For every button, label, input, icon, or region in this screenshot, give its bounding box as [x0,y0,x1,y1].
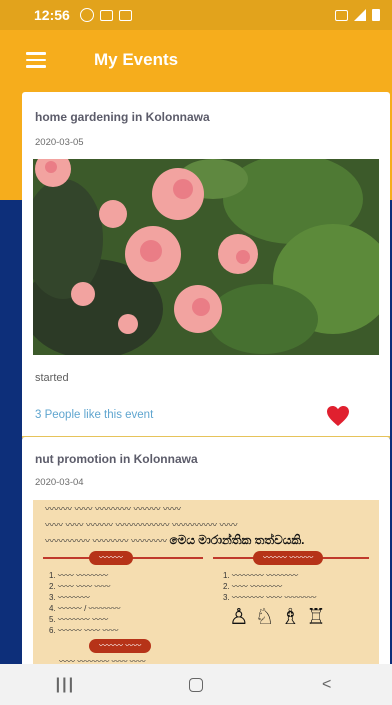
alarm-icon [335,9,348,21]
heart-icon[interactable] [326,405,350,427]
signal-icon [354,9,366,21]
status-bar: 12:56 [0,0,392,30]
whatsapp-icon [79,8,94,22]
event-card[interactable]: home gardening in Kolonnawa 2020-03-05 s… [22,92,390,440]
event-date: 2020-03-04 [35,477,84,488]
event-status: started [35,372,69,384]
app-bar: My Events [0,30,392,90]
poster-text-line: 〰〰〰 〰〰 〰〰〰〰 〰〰〰 〰〰 [45,504,182,514]
poster-highlight: මෙය මාරාන්තික තත්වයකි. [169,533,305,547]
event-title: nut promotion in Kolonnawa [35,452,198,466]
page-title: My Events [94,50,179,69]
likes-count-link[interactable]: 3 People like this event [35,409,153,421]
recent-apps-icon[interactable]: ||| [35,670,95,700]
system-icons [335,9,380,21]
poster-label: 〰〰〰 〰〰 [89,639,152,653]
poster-label: 〰〰〰 [89,551,133,565]
home-button[interactable] [166,670,226,700]
home-icon [188,677,203,692]
message-icon [118,9,132,21]
event-image [33,159,379,355]
event-title: home gardening in Kolonnawa [35,110,210,124]
poster-label: 〰〰〰 〰〰〰 [253,551,324,565]
poster-list: 1. 〰〰〰〰 〰〰〰〰 2. 〰〰 〰〰〰〰 3. 〰〰〰〰 〰〰 〰〰〰〰 [223,571,317,602]
image-icon [99,9,113,21]
event-date: 2020-03-05 [35,137,84,148]
hamburger-menu-icon[interactable] [26,43,60,77]
system-nav-bar: ||| < [0,664,392,705]
exercise-figures-icon: ♙♘♗♖ [229,604,332,629]
battery-icon [372,9,380,21]
back-icon[interactable]: < [297,670,357,700]
status-time: 12:56 [34,7,70,23]
poster-text-line: 〰〰〰〰〰 〰〰〰〰 〰〰〰〰 මෙය මාරාන්තික තත්වයකි. [45,533,305,547]
notification-icons [79,8,132,22]
poster-list: 1. 〰〰 〰〰〰〰 2. 〰〰 〰〰 〰〰 3. 〰〰〰〰 4. 〰〰〰 / 〰〰〰… [49,571,121,635]
poster-text-line: 〰〰 〰〰 〰〰〰 〰〰〰〰〰〰 〰〰〰〰〰 〰〰 [45,520,238,530]
